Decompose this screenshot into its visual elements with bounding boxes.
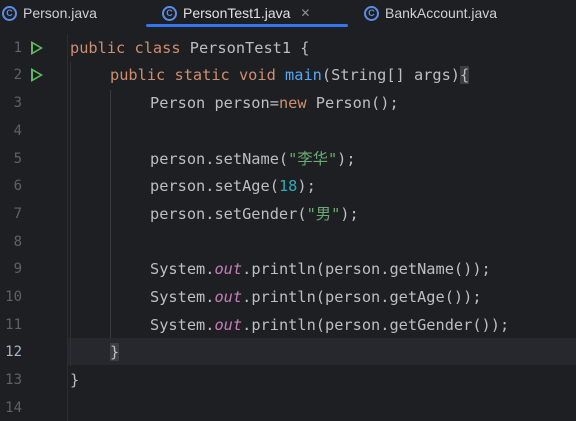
code-text: .println(person.getName()); (242, 260, 491, 278)
number-literal: 18 (278, 177, 298, 195)
brace: { (460, 66, 470, 84)
static-field: out (214, 260, 243, 278)
line-number: 2 (13, 67, 22, 83)
brace: } (70, 371, 80, 389)
code-text: ); (340, 205, 359, 223)
keyword: void (238, 66, 276, 84)
keyword: new (278, 94, 307, 112)
string-literal: "李华" (288, 150, 338, 168)
code-text: System. (150, 288, 215, 306)
line-number: 5 (13, 151, 22, 167)
line-number: 4 (13, 123, 22, 139)
keyword: public (110, 66, 166, 84)
active-tab-indicator (146, 24, 348, 27)
code-text: System. (150, 316, 215, 334)
brace: { (300, 39, 310, 57)
line-number: 13 (5, 372, 22, 388)
code-line-1[interactable]: public class PersonTest1 { (70, 38, 310, 58)
keyword: static (174, 66, 230, 84)
tab-persontest1-java[interactable]: C PersonTest1.java ✕ (162, 0, 310, 26)
code-line-12[interactable]: } (110, 342, 120, 362)
code-text: Person person= (150, 94, 279, 112)
code-line-2[interactable]: public static void main(String[] args){ (110, 65, 470, 85)
line-number: 3 (13, 95, 22, 111)
line-number: 1 (13, 40, 22, 56)
java-class-icon: C (2, 5, 17, 21)
static-field: out (214, 316, 243, 334)
line-number: 14 (5, 400, 22, 416)
current-line-highlight (68, 338, 576, 365)
tab-label: Person.java (23, 5, 97, 21)
run-main-icon[interactable] (31, 68, 43, 82)
line-number: 11 (5, 317, 22, 333)
code-text: System. (150, 260, 215, 278)
class-name: PersonTest1 (189, 39, 292, 57)
code-line-3[interactable]: Person person=new Person(); (150, 93, 399, 113)
code-text: .println(person.getAge()); (242, 288, 482, 306)
code-line-7[interactable]: person.setGender("男"); (150, 204, 359, 224)
code-text: ); (337, 150, 356, 168)
tab-label: PersonTest1.java (183, 5, 291, 21)
code-line-9[interactable]: System.out.println(person.getName()); (150, 259, 491, 279)
code-line-13[interactable]: } (70, 370, 79, 390)
line-number: 10 (5, 289, 22, 305)
indent-guide (110, 90, 111, 338)
indent-guide (70, 62, 71, 366)
line-number-current: 12 (5, 344, 22, 360)
code-line-10[interactable]: System.out.println(person.getAge()); (150, 287, 482, 307)
code-text: Person(); (315, 94, 399, 112)
editor-tab-bar: C Person.java C PersonTest1.java ✕ C Ban… (0, 0, 576, 27)
tab-bankaccount-java[interactable]: C BankAccount.java (364, 0, 497, 26)
code-text: person.setGender( (150, 205, 307, 223)
method-name: main (285, 66, 322, 84)
code-text: .println(person.getGender()); (242, 316, 510, 334)
tab-label: BankAccount.java (385, 5, 498, 21)
keyword: class (134, 39, 181, 57)
tab-person-java[interactable]: C Person.java (2, 0, 97, 26)
line-number: 7 (13, 206, 22, 222)
java-class-icon: C (364, 5, 379, 21)
brace: } (110, 343, 120, 361)
string-literal: "男" (306, 205, 341, 223)
line-number: 9 (13, 261, 22, 277)
code-text: ); (297, 177, 316, 195)
keyword: public (70, 39, 126, 57)
close-tab-icon[interactable]: ✕ (300, 6, 310, 20)
static-field: out (214, 288, 243, 306)
line-number: 6 (13, 178, 22, 194)
parameters: (String[] args) (321, 66, 461, 84)
code-text: person.setAge( (150, 177, 279, 195)
code-line-6[interactable]: person.setAge(18); (150, 176, 316, 196)
line-number: 8 (13, 234, 22, 250)
run-class-icon[interactable] (31, 41, 43, 55)
code-text: person.setName( (150, 150, 289, 168)
code-line-11[interactable]: System.out.println(person.getGender()); (150, 315, 509, 335)
java-class-icon: C (162, 5, 177, 21)
code-line-5[interactable]: person.setName("李华"); (150, 149, 356, 169)
